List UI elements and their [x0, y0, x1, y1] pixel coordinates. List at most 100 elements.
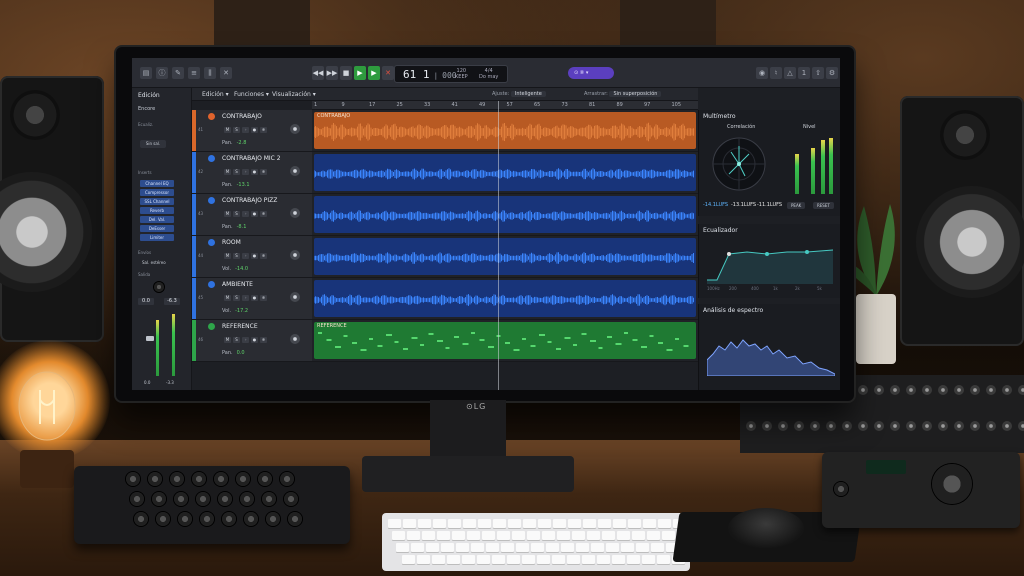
track-knob[interactable] [290, 208, 300, 218]
record-arm-icon[interactable]: ● [251, 211, 258, 217]
region-name[interactable]: Encore [138, 106, 155, 112]
solo-button[interactable]: S [233, 337, 240, 343]
record-enable-icon[interactable] [208, 281, 215, 288]
track-lane[interactable] [312, 152, 698, 194]
record-enable-icon[interactable] [208, 197, 215, 204]
track-name[interactable]: AMBIENTE [222, 281, 253, 288]
freeze-icon[interactable]: ❄ [260, 211, 267, 217]
forward-icon[interactable]: ▶▶ [326, 66, 338, 80]
track-name[interactable]: REFERENCE [222, 323, 258, 330]
record-enable-icon[interactable] [208, 113, 215, 120]
record-arm-icon[interactable]: ● [251, 253, 258, 259]
record-arm-icon[interactable]: ● [251, 127, 258, 133]
track-lane[interactable] [312, 278, 698, 320]
stop-icon[interactable]: ■ [340, 66, 352, 80]
inspector-icon[interactable]: ⓘ [156, 67, 168, 79]
playhead[interactable] [498, 101, 499, 390]
list-icon[interactable]: ≡ [188, 67, 200, 79]
mute-button[interactable]: M [224, 127, 231, 133]
track-param[interactable]: Vol. -17.2 [222, 308, 248, 314]
track-param[interactable]: Pan. -13.1 [222, 182, 250, 188]
record-enable-icon[interactable] [208, 323, 215, 330]
track-header[interactable]: 41 CONTRABAJO M S ◦ ● ❄ Pan. -2.8 [192, 110, 312, 152]
freeze-icon[interactable]: ❄ [260, 253, 267, 259]
input-monitor-icon[interactable]: ◦ [242, 169, 249, 175]
track-param[interactable]: Vol. -14.0 [222, 266, 248, 272]
cycle-icon[interactable]: ▶ [368, 66, 380, 80]
volume-left-value[interactable]: 0.0 [138, 298, 154, 305]
play-icon[interactable]: ▶ [354, 66, 366, 80]
menu-view[interactable]: Visualización ▾ [272, 91, 316, 98]
mic-icon[interactable]: ◉ [756, 67, 768, 79]
track-knob[interactable] [290, 250, 300, 260]
volume-right-value[interactable]: -6.3 [164, 298, 180, 305]
audio-region[interactable] [314, 280, 696, 317]
record-enable-icon[interactable] [208, 155, 215, 162]
record-arm-icon[interactable]: ● [251, 295, 258, 301]
library-icon[interactable]: ▤ [140, 67, 152, 79]
solo-button[interactable]: S [233, 169, 240, 175]
plugin-slot[interactable]: SSL Channel [140, 198, 174, 205]
timeline-ruler[interactable]: 1 9 17 25 33 41 49 57 65 73 81 89 97 105 [312, 101, 698, 110]
audio-region[interactable] [314, 196, 696, 233]
plugin-slot[interactable]: Limiter [140, 234, 174, 241]
track-name[interactable]: CONTRABAJO MIC 2 [222, 155, 281, 162]
record-icon[interactable]: ✕ [382, 66, 394, 80]
freeze-icon[interactable]: ❄ [260, 337, 267, 343]
count-in-icon[interactable]: 1 [798, 67, 810, 79]
track-name[interactable]: CONTRABAJO [222, 113, 262, 120]
notes-icon[interactable]: ✎ [172, 67, 184, 79]
menu-edit[interactable]: Edición ▾ [202, 91, 229, 98]
track-knob[interactable] [290, 166, 300, 176]
mute-button[interactable]: M [224, 295, 231, 301]
plugin-slot[interactable]: Channel EQ [140, 180, 174, 187]
eq-curve[interactable] [707, 240, 833, 284]
reset-button[interactable]: RESET [813, 202, 834, 209]
eq-field[interactable]: Sin sal. [140, 140, 166, 148]
rewind-icon[interactable]: ◀◀ [312, 66, 324, 80]
mute-button[interactable]: M [224, 337, 231, 343]
track-lane[interactable] [312, 194, 698, 236]
mode-pill[interactable]: ⊙ ⑧ ▾ [568, 67, 614, 79]
volume-fader[interactable] [146, 336, 154, 341]
tab-level[interactable]: Nivel [803, 124, 816, 130]
freeze-icon[interactable]: ❄ [260, 127, 267, 133]
input-monitor-icon[interactable]: ◦ [242, 337, 249, 343]
track-name[interactable]: ROOM [222, 239, 241, 246]
solo-button[interactable]: S [233, 127, 240, 133]
track-header[interactable]: 43 CONTRABAJO PIZZ M S ◦ ● ❄ Pan. -8.1 [192, 194, 312, 236]
track-header[interactable]: 45 AMBIENTE M S ◦ ● ❄ Vol. -17.2 [192, 278, 312, 320]
solo-button[interactable]: S [233, 295, 240, 301]
freeze-icon[interactable]: ❄ [260, 169, 267, 175]
track-knob[interactable] [290, 292, 300, 302]
tab-correlation[interactable]: Correlación [727, 124, 755, 130]
settings-icon[interactable]: ⚙ [826, 67, 838, 79]
share-icon[interactable]: ⇧ [812, 67, 824, 79]
snap-control[interactable]: Ajuste: Inteligente [492, 91, 546, 97]
track-lane[interactable]: CONTRABAJO [312, 110, 698, 152]
peak-button[interactable]: PEAK [787, 202, 806, 209]
metronome-icon[interactable]: △ [784, 67, 796, 79]
record-enable-icon[interactable] [208, 239, 215, 246]
freeze-icon[interactable]: ❄ [260, 295, 267, 301]
mixer-icon[interactable]: ⫼ [204, 67, 216, 79]
input-monitor-icon[interactable]: ◦ [242, 295, 249, 301]
solo-button[interactable]: S [233, 211, 240, 217]
track-knob[interactable] [290, 124, 300, 134]
track-param[interactable]: Pan. -8.1 [222, 224, 246, 230]
audio-region[interactable]: REFERENCE [314, 322, 696, 359]
input-monitor-icon[interactable]: ◦ [242, 127, 249, 133]
track-param[interactable]: Pan. -2.8 [222, 140, 246, 146]
close-icon[interactable]: ✕ [220, 67, 232, 79]
plugin-slot[interactable]: Compressor [140, 189, 174, 196]
mute-button[interactable]: M [224, 211, 231, 217]
audio-region[interactable] [314, 238, 696, 275]
lcd-display[interactable]: 61 1 | 000 120 KEEP 4/4 Do may [394, 65, 508, 83]
track-name[interactable]: CONTRABAJO PIZZ [222, 197, 277, 204]
plugin-slot[interactable]: DeEsser [140, 225, 174, 232]
record-arm-icon[interactable]: ● [251, 337, 258, 343]
input-monitor-icon[interactable]: ◦ [242, 253, 249, 259]
track-header[interactable]: 42 CONTRABAJO MIC 2 M S ◦ ● ❄ Pan. -13.1 [192, 152, 312, 194]
track-param[interactable]: Pan. 0.0 [222, 350, 245, 356]
mute-button[interactable]: M [224, 253, 231, 259]
